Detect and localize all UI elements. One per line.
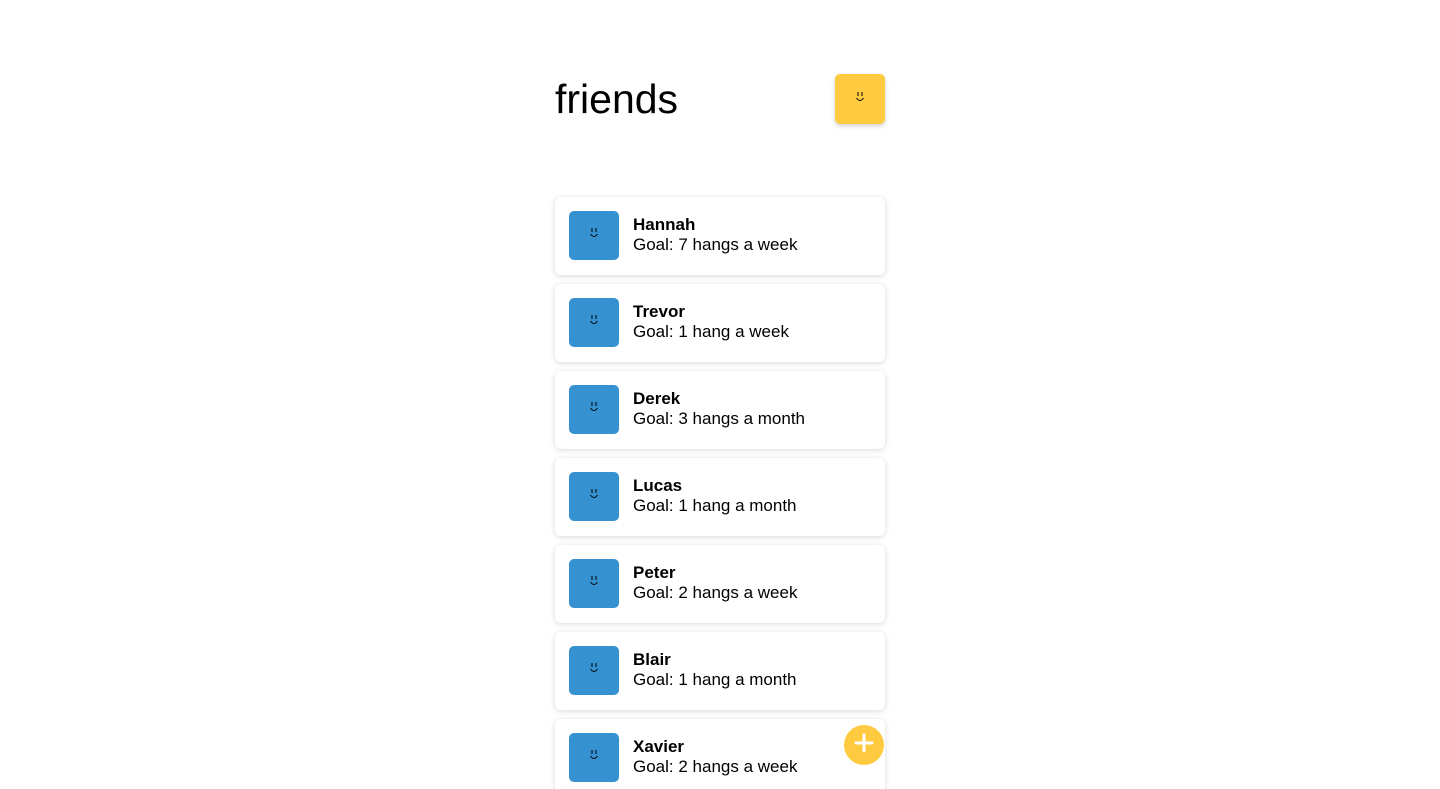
header: friends [555,0,885,196]
smiley-face-icon [588,748,600,767]
friend-info: Hannah Goal: 7 hangs a week [633,215,797,255]
smiley-face-icon [588,226,600,245]
avatar [569,211,619,260]
avatar [569,385,619,434]
friend-goal: Goal: 1 hang a week [633,322,789,341]
friend-info: Lucas Goal: 1 hang a month [633,476,797,516]
add-friend-button[interactable] [844,725,884,765]
friend-name: Lucas [633,476,683,495]
friends-list: Hannah Goal: 7 hangs a week Trevor Goal:… [555,197,885,789]
friend-card-lucas[interactable]: Lucas Goal: 1 hang a month [555,458,885,536]
profile-button[interactable] [835,74,885,124]
friend-name: Trevor [633,302,685,321]
friend-card-hannah[interactable]: Hannah Goal: 7 hangs a week [555,197,885,275]
page-title: friends [555,76,679,122]
smiley-face-icon [588,313,600,332]
main-column: friends Hannah Goal: 7 hangs a week Trev… [555,0,885,789]
friend-goal: Goal: 2 hangs a week [633,757,798,776]
friend-card-trevor[interactable]: Trevor Goal: 1 hang a week [555,284,885,362]
friend-goal: Goal: 2 hangs a week [633,583,798,602]
friend-goal: Goal: 1 hang a month [633,496,797,515]
smiley-face-icon [588,400,600,419]
plus-icon [854,733,874,758]
friend-goal: Goal: 7 hangs a week [633,235,798,254]
avatar [569,472,619,521]
friend-name: Xavier [633,737,685,756]
smiley-face-icon [588,487,600,506]
avatar [569,646,619,695]
friend-goal: Goal: 1 hang a month [633,670,797,689]
smiley-face-icon [588,661,600,680]
avatar [569,298,619,347]
friend-name: Blair [633,650,671,669]
friend-info: Derek Goal: 3 hangs a month [633,389,805,429]
smiley-face-icon [854,90,866,109]
friend-info: Xavier Goal: 2 hangs a week [633,737,797,777]
friend-info: Peter Goal: 2 hangs a week [633,563,797,603]
friend-card-xavier[interactable]: Xavier Goal: 2 hangs a week [555,719,885,789]
friend-info: Blair Goal: 1 hang a month [633,650,797,690]
smiley-face-icon [588,574,600,593]
friend-name: Peter [633,563,676,582]
friend-card-blair[interactable]: Blair Goal: 1 hang a month [555,632,885,710]
friend-card-peter[interactable]: Peter Goal: 2 hangs a week [555,545,885,623]
friend-name: Derek [633,389,681,408]
friend-name: Hannah [633,215,696,234]
friends-page: friends Hannah Goal: 7 hangs a week Trev… [0,0,1440,789]
avatar [569,733,619,782]
friend-goal: Goal: 3 hangs a month [633,409,806,428]
friend-info: Trevor Goal: 1 hang a week [633,302,789,342]
friend-card-derek[interactable]: Derek Goal: 3 hangs a month [555,371,885,449]
avatar [569,559,619,608]
